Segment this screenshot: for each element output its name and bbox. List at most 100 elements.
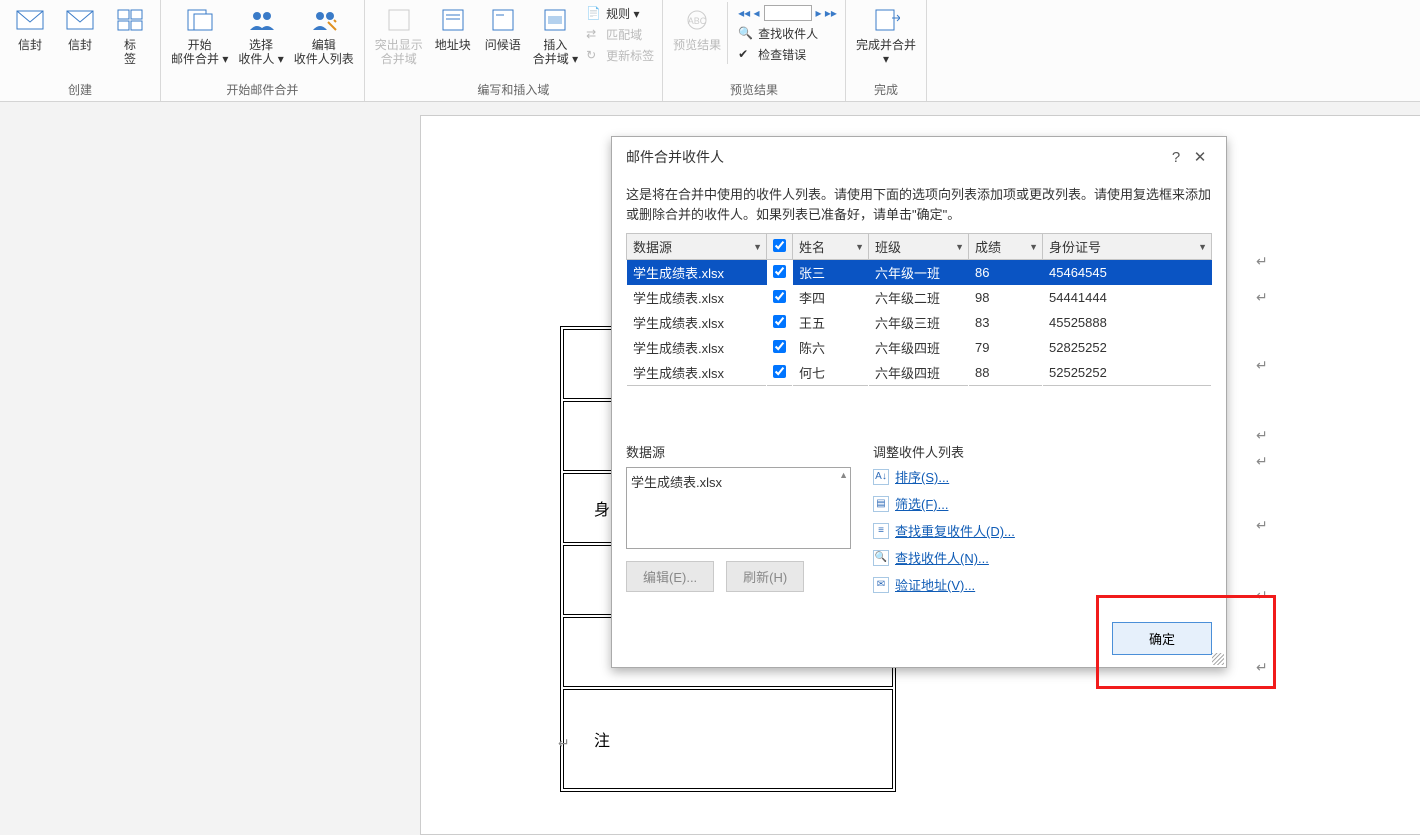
update-labels-button: ↻更新标签 xyxy=(584,46,656,65)
dropdown-icon[interactable]: ▼ xyxy=(955,242,964,252)
cell-id: 45464545 xyxy=(1043,260,1212,286)
paragraph-mark: ↵ xyxy=(1256,588,1268,605)
cell-check[interactable] xyxy=(767,260,793,286)
dropdown-icon[interactable]: ▼ xyxy=(753,242,762,252)
close-button[interactable]: ✕ xyxy=(1188,148,1212,166)
cell-class: 六年级二班 xyxy=(869,285,969,310)
ribbon-group-start: 开始 邮件合并 ▾ 选择 收件人 ▾ 编辑 收件人列表 开始邮件合并 xyxy=(161,0,365,101)
sort-link[interactable]: 排序(S)... xyxy=(895,467,949,486)
record-number-input[interactable] xyxy=(764,5,812,21)
cell-check[interactable] xyxy=(767,360,793,386)
cell-source: 学生成绩表.xlsx xyxy=(627,285,767,310)
ribbon-group-finish: 完成并合并 ▾ 完成 xyxy=(846,0,927,101)
col-check[interactable] xyxy=(767,234,793,260)
data-source-item[interactable]: 学生成绩表.xlsx xyxy=(631,472,846,491)
cell-check[interactable] xyxy=(767,335,793,360)
cell-name: 李四 xyxy=(793,285,869,310)
cell-class: 六年级四班 xyxy=(869,360,969,386)
find-duplicates-link[interactable]: 查找重复收件人(D)... xyxy=(895,521,1015,540)
paragraph-mark: ↵ xyxy=(1256,358,1268,375)
table-row[interactable]: 学生成绩表.xlsx何七六年级四班8852525252 xyxy=(627,360,1212,386)
col-source[interactable]: 数据源▼ xyxy=(627,234,767,260)
dupes-icon: ≡ xyxy=(873,523,889,539)
paragraph-mark: ↵ xyxy=(1256,254,1268,271)
ok-button[interactable]: 确定 xyxy=(1112,622,1212,655)
envelope-button-1[interactable]: 信封 xyxy=(6,2,54,54)
address-block-button[interactable]: 地址块 xyxy=(429,2,477,54)
select-all-checkbox[interactable] xyxy=(773,239,786,252)
filter-link[interactable]: 筛选(F)... xyxy=(895,494,948,513)
preview-results-button: ABC 预览结果 xyxy=(669,2,725,54)
labels-button[interactable]: 标 签 xyxy=(106,2,154,68)
cell-id: 52825252 xyxy=(1043,335,1212,360)
col-name[interactable]: 姓名▼ xyxy=(793,234,869,260)
address-icon xyxy=(437,4,469,36)
mail-merge-icon xyxy=(184,4,216,36)
group-label-finish: 完成 xyxy=(852,81,920,101)
dropdown-icon[interactable]: ▼ xyxy=(855,242,864,252)
match-icon: ⇄ xyxy=(586,27,602,43)
data-source-label: 数据源 xyxy=(626,442,851,461)
paragraph-mark: ↵ xyxy=(1256,518,1268,535)
cell-id: 54441444 xyxy=(1043,285,1212,310)
cell-id: 52525252 xyxy=(1043,360,1212,386)
dialog-message: 这是将在合并中使用的收件人列表。请使用下面的选项向列表添加项或更改列表。请使用复… xyxy=(626,185,1212,225)
dropdown-icon[interactable]: ▼ xyxy=(1029,242,1038,252)
dialog-titlebar: 邮件合并收件人 ? ✕ xyxy=(612,137,1226,177)
row-checkbox[interactable] xyxy=(773,290,786,303)
check-icon: ✔ xyxy=(738,47,754,63)
row-checkbox[interactable] xyxy=(773,365,786,378)
check-errors-button[interactable]: ✔检查错误 xyxy=(736,45,839,64)
cell-check[interactable] xyxy=(767,285,793,310)
table-row[interactable]: 学生成绩表.xlsx王五六年级三班8345525888 xyxy=(627,310,1212,335)
row-checkbox[interactable] xyxy=(773,315,786,328)
help-button[interactable]: ? xyxy=(1164,149,1188,166)
rules-button[interactable]: 📄规则 ▾ xyxy=(584,4,656,23)
find-recipient-link[interactable]: 查找收件人(N)... xyxy=(895,548,989,567)
row-checkbox[interactable] xyxy=(773,340,786,353)
cell-score: 83 xyxy=(969,310,1043,335)
data-source-list[interactable]: 学生成绩表.xlsx xyxy=(626,467,851,549)
ribbon: 信封 信封 标 签 创建 开始 邮件合并 ▾ 选择 收件人 ▾ xyxy=(0,0,1420,102)
row-checkbox[interactable] xyxy=(773,265,786,278)
validate-address-link[interactable]: 验证地址(V)... xyxy=(895,575,975,594)
highlight-icon xyxy=(383,4,415,36)
finish-merge-button[interactable]: 完成并合并 ▾ xyxy=(852,2,920,68)
group-label-preview: 预览结果 xyxy=(669,81,839,101)
sort-icon: A↓ xyxy=(873,469,889,485)
cell-score: 88 xyxy=(969,360,1043,386)
group-label-create: 创建 xyxy=(6,81,154,101)
table-row[interactable]: 学生成绩表.xlsx张三六年级一班8645464545 xyxy=(627,260,1212,286)
col-id[interactable]: 身份证号▼ xyxy=(1043,234,1212,260)
table-row[interactable]: 学生成绩表.xlsx李四六年级二班9854441444 xyxy=(627,285,1212,310)
select-recipients-button[interactable]: 选择 收件人 ▾ xyxy=(234,2,287,68)
envelope-button-2[interactable]: 信封 xyxy=(56,2,104,54)
doc-cell[interactable]: 注 xyxy=(563,689,893,789)
resize-grip[interactable] xyxy=(1212,653,1224,665)
paragraph-mark: ↵ xyxy=(1256,660,1268,677)
greeting-button[interactable]: 问候语 xyxy=(479,2,527,54)
table-row[interactable]: 学生成绩表.xlsx陈六六年级四班7952825252 xyxy=(627,335,1212,360)
start-mail-merge-button[interactable]: 开始 邮件合并 ▾ xyxy=(167,2,232,68)
greeting-icon xyxy=(487,4,519,36)
cell-check[interactable] xyxy=(767,310,793,335)
cell-source: 学生成绩表.xlsx xyxy=(627,335,767,360)
refresh-button: 刷新(H) xyxy=(726,561,804,592)
search-icon: 🔍 xyxy=(738,26,754,42)
group-label-start: 开始邮件合并 xyxy=(167,81,358,101)
recipients-table[interactable]: 数据源▼ 姓名▼ 班级▼ 成绩▼ 身份证号▼ 学生成绩表.xlsx张三六年级一班… xyxy=(626,233,1212,386)
insert-merge-field-button[interactable]: 插入 合并域 ▾ xyxy=(529,2,582,68)
cell-score: 86 xyxy=(969,260,1043,286)
record-nav[interactable]: ◂◂ ◂ ▸ ▸▸ xyxy=(736,4,839,22)
dropdown-icon[interactable]: ▼ xyxy=(1198,242,1207,252)
preview-icon: ABC xyxy=(681,4,713,36)
paragraph-mark: ↵ xyxy=(558,736,570,753)
col-score[interactable]: 成绩▼ xyxy=(969,234,1043,260)
find-recipient-button[interactable]: 🔍查找收件人 xyxy=(736,24,839,43)
paragraph-mark: ↵ xyxy=(1256,454,1268,471)
edit-recipients-button[interactable]: 编辑 收件人列表 xyxy=(290,2,358,68)
cell-id: 45525888 xyxy=(1043,310,1212,335)
rule-icon: 📄 xyxy=(586,6,602,22)
col-class[interactable]: 班级▼ xyxy=(869,234,969,260)
cell-name: 王五 xyxy=(793,310,869,335)
